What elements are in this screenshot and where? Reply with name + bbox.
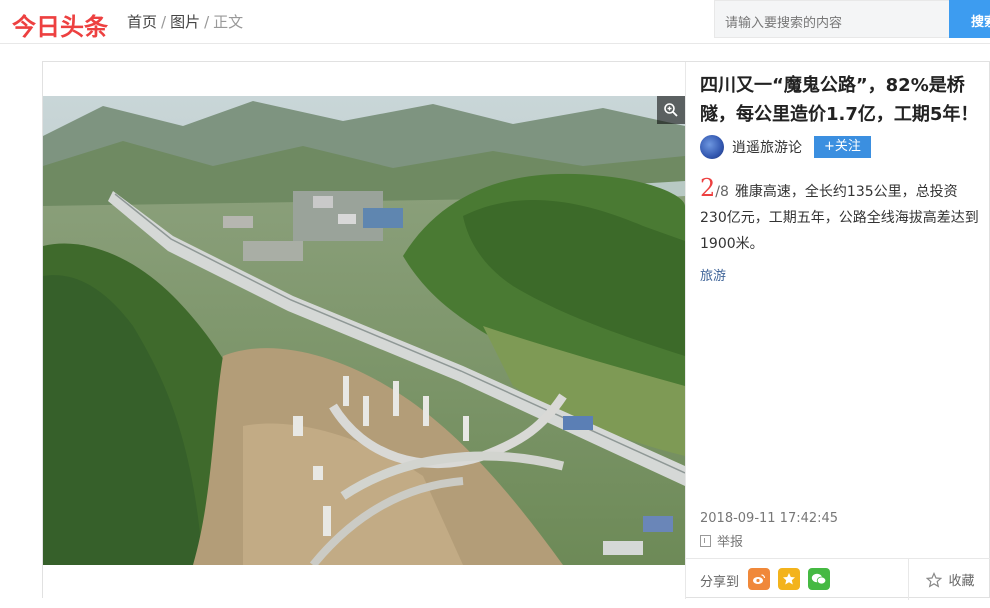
photo-total: /8	[715, 184, 729, 200]
breadcrumb-home[interactable]: 首页	[127, 13, 157, 31]
follow-button[interactable]: +关注	[814, 136, 871, 158]
breadcrumb-pictures[interactable]: 图片	[170, 13, 200, 31]
breadcrumb-separator: /	[204, 13, 210, 31]
search-button[interactable]: 搜索	[949, 0, 990, 38]
site-logo[interactable]: 今日头条	[12, 7, 108, 42]
breadcrumb-separator: /	[161, 13, 167, 31]
wechat-icon	[811, 573, 827, 585]
avatar[interactable]	[700, 135, 724, 159]
weibo-icon	[753, 574, 766, 584]
favorite-button[interactable]: 收藏	[908, 559, 990, 600]
photo-viewer	[43, 62, 685, 599]
qzone-star-icon	[783, 573, 795, 585]
favorite-label: 收藏	[948, 574, 975, 589]
star-outline-icon	[926, 571, 943, 588]
report-icon	[700, 534, 711, 547]
report-label: 举报	[717, 535, 744, 550]
qzone-share-button[interactable]	[778, 568, 800, 590]
article-card: 四川又一“魔鬼公路”，82%是桥隧，每公里造价1.7亿，工期5年！ 逍遥旅游论 …	[42, 61, 990, 600]
weibo-share-button[interactable]	[748, 568, 770, 590]
article-tag[interactable]: 旅游	[700, 265, 726, 284]
author-name[interactable]: 逍遥旅游论	[732, 137, 802, 157]
article-sidebar: 四川又一“魔鬼公路”，82%是桥隧，每公里造价1.7亿，工期5年！ 逍遥旅游论 …	[685, 62, 990, 600]
top-bar: 今日头条 首页/图片/正文 请输入要搜索的内容 搜索	[0, 0, 990, 44]
breadcrumb-current: 正文	[213, 13, 244, 31]
photo-caption-block: 2/8 雅康高速，全长约135公里，总投资230亿元，工期五年，公路全线海拔高差达…	[700, 175, 982, 257]
article-photo[interactable]	[43, 96, 685, 565]
share-label: 分享到	[700, 575, 740, 590]
search-input[interactable]: 请输入要搜索的内容	[714, 0, 950, 38]
photo-caption: 雅康高速，全长约135公里，总投资230亿元，工期五年，公路全线海拔高差达到19…	[700, 184, 979, 252]
publish-time: 2018-09-11 17:42:45	[700, 511, 839, 526]
article-title: 四川又一“魔鬼公路”，82%是桥隧，每公里造价1.7亿，工期5年！	[700, 75, 979, 125]
breadcrumb: 首页 / 图片 / 正文	[127, 11, 243, 32]
share-bar: 分享到 收藏	[686, 558, 990, 600]
author-row: 逍遥旅游论 +关注	[700, 134, 871, 160]
zoom-button[interactable]	[657, 96, 685, 124]
photo-index: 2	[700, 174, 716, 202]
zoom-in-icon	[664, 103, 678, 117]
report-link[interactable]: 举报	[700, 531, 743, 550]
wechat-share-button[interactable]	[808, 568, 830, 590]
